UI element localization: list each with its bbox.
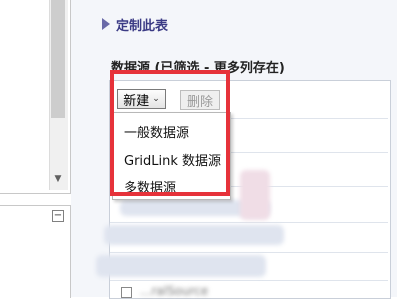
partial-row-text: ...ralSource — [140, 284, 209, 298]
table-row — [110, 252, 388, 253]
customize-table-link[interactable]: 定制此表 — [116, 15, 168, 34]
scrollbar-thumb[interactable] — [51, 0, 65, 118]
blurred-cell — [240, 170, 270, 220]
blurred-cell — [96, 255, 266, 277]
scroll-down-button[interactable]: ▼ — [49, 170, 67, 188]
triangle-right-icon[interactable] — [102, 18, 110, 30]
table-row — [110, 222, 388, 223]
highlight-box — [110, 70, 230, 196]
table-row — [110, 280, 388, 281]
minus-box-icon[interactable]: − — [52, 210, 64, 222]
blurred-cell — [104, 225, 284, 245]
row-checkbox[interactable] — [121, 287, 132, 298]
arrow-down-icon: ▼ — [54, 174, 62, 184]
